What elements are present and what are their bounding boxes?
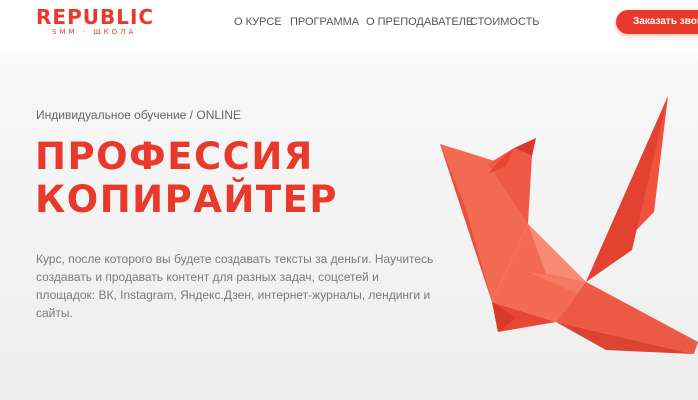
hero-title-line-2: КОПИРАЙТЕР [35,178,338,221]
hero-title: ПРОФЕССИЯ КОПИРАЙТЕР [35,135,338,221]
nav-item-about-course[interactable]: О КУРСЕ [234,15,282,29]
origami-crane-icon [440,96,698,354]
site-header: REPUBLIC SMM · ШКОЛА О КУРСЕ ПРОГРАММА О… [0,0,698,46]
nav-item-about-teacher[interactable]: О ПРЕПОДАВАТЕЛЕ [366,15,473,29]
logo-tagline: SMM · ШКОЛА [52,28,137,36]
landing-page: REPUBLIC SMM · ШКОЛА О КУРСЕ ПРОГРАММА О… [0,0,698,400]
hero-description: Курс, после которого вы будете создавать… [36,252,434,320]
nav-item-price[interactable]: СТОИМОСТЬ [470,15,540,29]
nav-item-program[interactable]: ПРОГРАММА [290,15,359,29]
order-call-button[interactable]: Заказать звонок [616,10,698,34]
hero-title-line-1: ПРОФЕССИЯ [35,135,314,178]
hero-kicker: Индивидуальное обучение / ONLINE [36,108,242,122]
republic-logo[interactable]: REPUBLIC SMM · ШКОЛА [36,5,155,38]
logo-wordmark: REPUBLIC [36,5,155,29]
